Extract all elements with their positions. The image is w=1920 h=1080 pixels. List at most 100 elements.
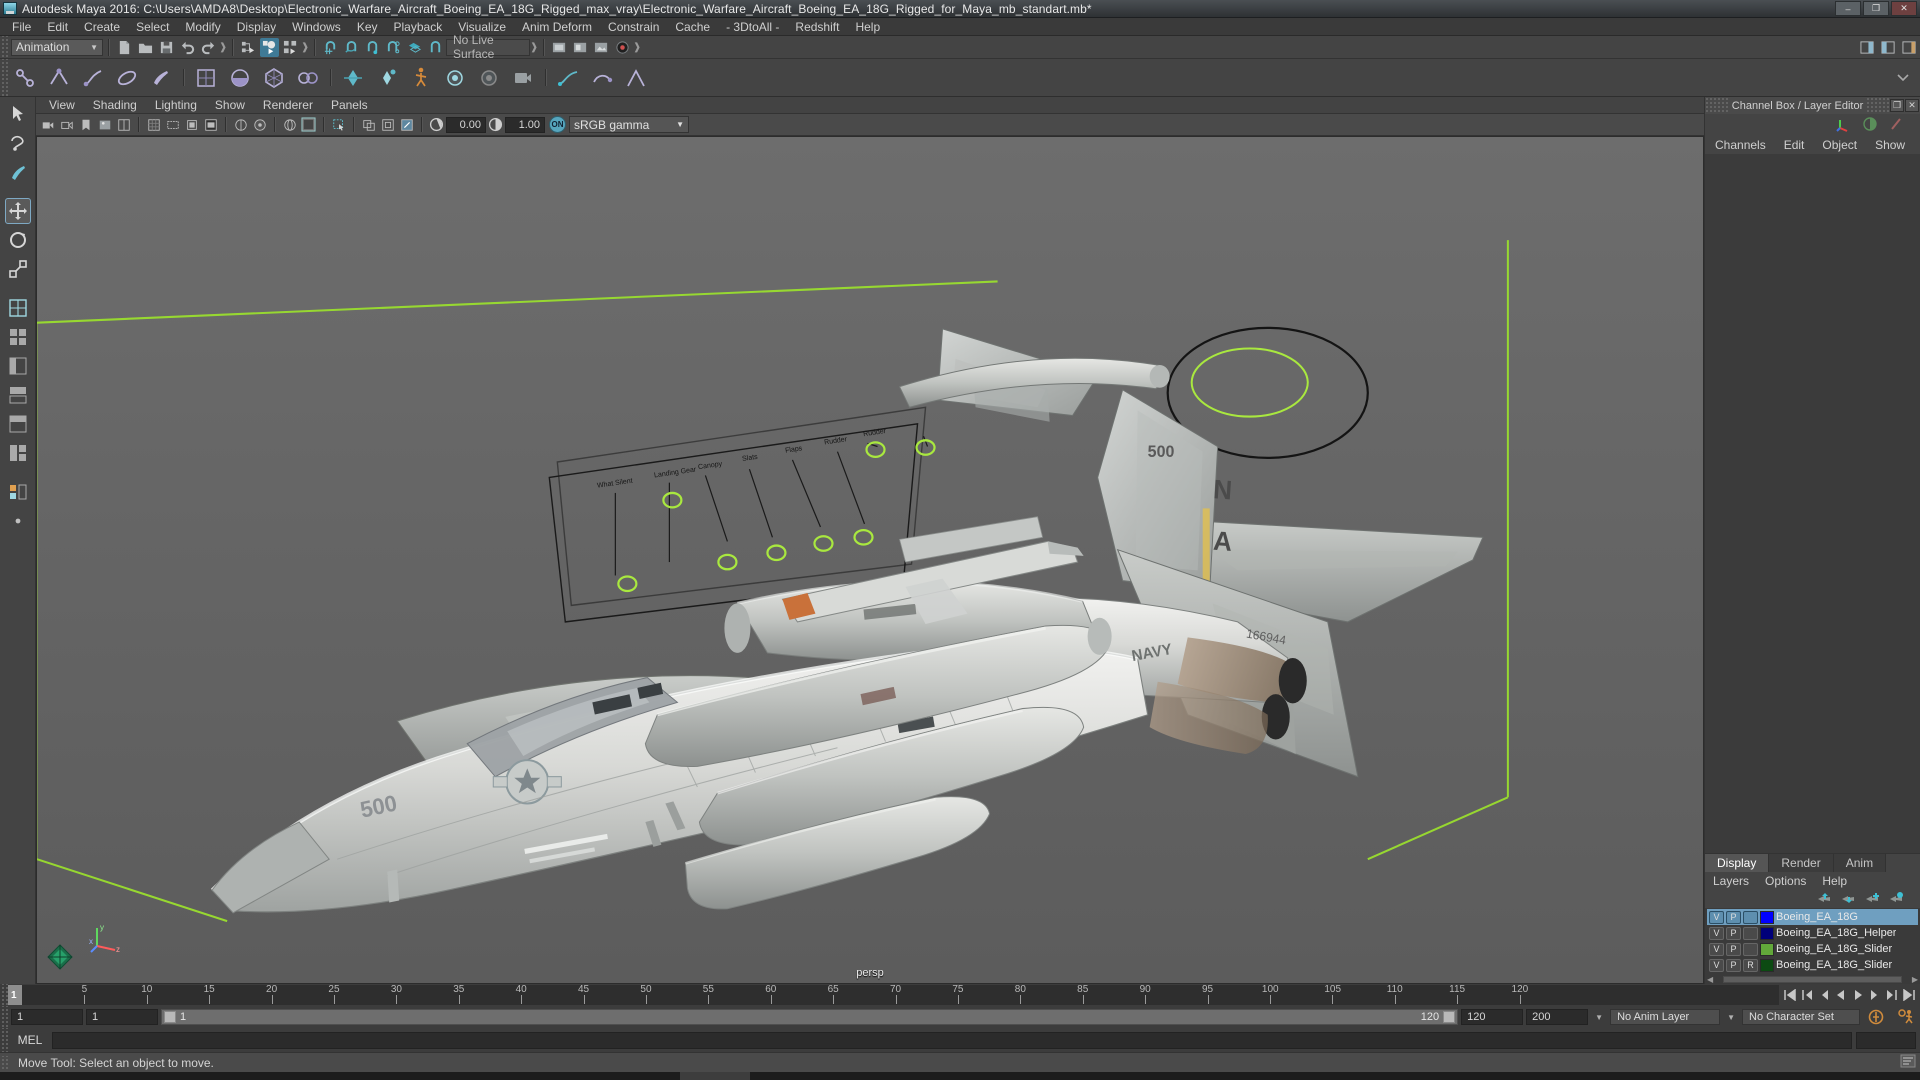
layer-list-scrollbar[interactable]: ◀ ▶ (1705, 974, 1920, 984)
layer-tab-render[interactable]: Render (1769, 854, 1834, 872)
ik-handle-icon[interactable] (44, 63, 74, 93)
render-view-icon[interactable] (550, 38, 569, 57)
layer-color-swatch[interactable] (1760, 910, 1774, 924)
command-language-label[interactable]: MEL (8, 1033, 52, 1047)
layer-reference-toggle[interactable]: R (1743, 958, 1758, 972)
layer-visibility-toggle[interactable]: V (1709, 942, 1724, 956)
redo-icon[interactable] (199, 38, 218, 57)
range-slider-gripper[interactable] (0, 1006, 8, 1028)
bookmark-icon[interactable] (77, 116, 94, 133)
layer-list[interactable]: V P Boeing_EA_18G V P Boeing_EA_18G_Helper V P B… (1705, 908, 1920, 974)
layer-row[interactable]: V P Boeing_EA_18G_Slider (1707, 941, 1918, 957)
step-back-frame-icon[interactable] (1799, 987, 1815, 1003)
layer-menu-help[interactable]: Help (1822, 874, 1847, 888)
live-surface-field[interactable]: No Live Surface (446, 33, 530, 61)
taskbar-item[interactable] (680, 1072, 750, 1080)
time-slider[interactable]: 1 5 10 15 20 25 30 35 40 45 50 55 60 65 70 75 80 85 90 95 1… (8, 985, 1779, 1005)
deform-lattice-icon[interactable] (191, 63, 221, 93)
toolbar-expand-arrow[interactable]: ❱ (530, 38, 538, 57)
menu-item-windows[interactable]: Windows (284, 18, 349, 36)
wireframe-shading-icon[interactable] (281, 116, 298, 133)
menu-item-cache[interactable]: Cache (667, 18, 718, 36)
go-to-start-icon[interactable] (1782, 987, 1798, 1003)
layout-persp-ue-icon[interactable] (5, 479, 31, 505)
sidebar-channel-box-icon[interactable] (1900, 38, 1919, 57)
menu-item-playback[interactable]: Playback (386, 18, 451, 36)
select-camera-icon[interactable] (39, 116, 56, 133)
go-to-end-icon[interactable] (1901, 987, 1917, 1003)
snap-to-grid-icon[interactable] (321, 38, 340, 57)
channel-box-menu-show[interactable]: Show (1875, 138, 1905, 152)
layer-color-swatch[interactable] (1760, 958, 1774, 972)
animate-walk-icon[interactable] (406, 63, 436, 93)
viewport-menu-lighting[interactable]: Lighting (146, 97, 206, 114)
film-gate-icon[interactable] (164, 116, 181, 133)
undo-icon[interactable] (178, 38, 197, 57)
xray-joints-icon[interactable] (251, 116, 268, 133)
skeleton-joint-icon[interactable] (10, 63, 40, 93)
anim-layer-selector[interactable]: No Anim Layer (1610, 1009, 1721, 1025)
ik-spline-icon[interactable] (78, 63, 108, 93)
deform-wrap-icon[interactable] (259, 63, 289, 93)
make-live-icon[interactable] (426, 38, 445, 57)
layer-tab-anim[interactable]: Anim (1833, 854, 1887, 872)
chevron-down-icon[interactable]: ▼ (1723, 1013, 1739, 1022)
shelf-gripper[interactable] (0, 59, 8, 96)
motion-path-icon[interactable] (587, 63, 617, 93)
channel-box-content[interactable] (1705, 154, 1920, 853)
minimize-button[interactable]: – (1835, 1, 1861, 16)
viewport-menu-renderer[interactable]: Renderer (254, 97, 322, 114)
step-forward-key-icon[interactable] (1867, 987, 1883, 1003)
menu-item-select[interactable]: Select (128, 18, 177, 36)
layer-visibility-toggle[interactable]: V (1709, 926, 1724, 940)
gate-mask-icon[interactable] (202, 116, 219, 133)
help-line-gripper[interactable] (0, 1055, 8, 1070)
layer-color-swatch[interactable] (1760, 942, 1774, 956)
layout-single-pane-icon[interactable] (5, 295, 31, 321)
render-settings-icon[interactable] (592, 38, 611, 57)
layer-row[interactable]: V P Boeing_EA_18G (1707, 909, 1918, 925)
menu-item-anim-deform[interactable]: Anim Deform (514, 18, 600, 36)
viewport-menu-show[interactable]: Show (206, 97, 254, 114)
color-profile-selector[interactable]: sRGB gamma ▼ (569, 116, 689, 133)
menu-item-display[interactable]: Display (229, 18, 284, 36)
layer-visibility-toggle[interactable]: V (1709, 958, 1724, 972)
redshift-render-icon[interactable] (613, 38, 632, 57)
command-input[interactable] (52, 1031, 1852, 1049)
layer-visibility-toggle[interactable]: V (1709, 910, 1724, 924)
command-response-field[interactable] (1856, 1031, 1916, 1049)
paint-select-tool-icon[interactable] (5, 159, 31, 185)
quick-layout-more-icon[interactable] (5, 508, 31, 534)
gamma-field[interactable]: 1.00 (505, 116, 545, 133)
gamma-half-icon[interactable] (1862, 116, 1878, 135)
snap-to-curve-icon[interactable] (342, 38, 361, 57)
menu-item-constrain[interactable]: Constrain (600, 18, 667, 36)
play-forwards-icon[interactable] (1850, 987, 1866, 1003)
select-by-component-icon[interactable] (281, 38, 300, 57)
menu-item-file[interactable]: File (4, 18, 39, 36)
maximize-button[interactable]: ❐ (1863, 1, 1889, 16)
isolate-select-icon[interactable] (360, 116, 377, 133)
channel-box-menu-edit[interactable]: Edit (1784, 138, 1805, 152)
scroll-thumb[interactable] (1723, 975, 1902, 983)
sidebar-attribute-editor-icon[interactable] (1858, 38, 1877, 57)
resolution-gate-icon[interactable] (183, 116, 200, 133)
select-by-hierarchy-icon[interactable] (239, 38, 258, 57)
menu-item-help[interactable]: Help (847, 18, 888, 36)
layer-tab-display[interactable]: Display (1705, 854, 1770, 872)
isolate-select-add-icon[interactable] (379, 116, 396, 133)
range-slider-bar[interactable]: 1 120 (161, 1009, 1459, 1025)
slash-icon[interactable] (1888, 116, 1904, 135)
chevron-down-icon[interactable]: ▼ (1591, 1013, 1607, 1022)
exposure-icon[interactable] (428, 116, 445, 133)
layout-persp-outliner-icon[interactable] (5, 353, 31, 379)
open-scene-icon[interactable] (136, 38, 155, 57)
layer-playback-toggle[interactable]: P (1726, 926, 1741, 940)
ghost-selected-icon[interactable] (474, 63, 504, 93)
select-by-object-type-icon[interactable] (260, 37, 279, 57)
panel-gripper[interactable] (1705, 97, 1729, 114)
auto-keyframe-toggle-icon[interactable] (1863, 1008, 1889, 1026)
layout-hypershade-icon[interactable] (5, 411, 31, 437)
scroll-left-icon[interactable]: ◀ (1707, 975, 1713, 984)
marquee-select-icon[interactable] (330, 116, 347, 133)
